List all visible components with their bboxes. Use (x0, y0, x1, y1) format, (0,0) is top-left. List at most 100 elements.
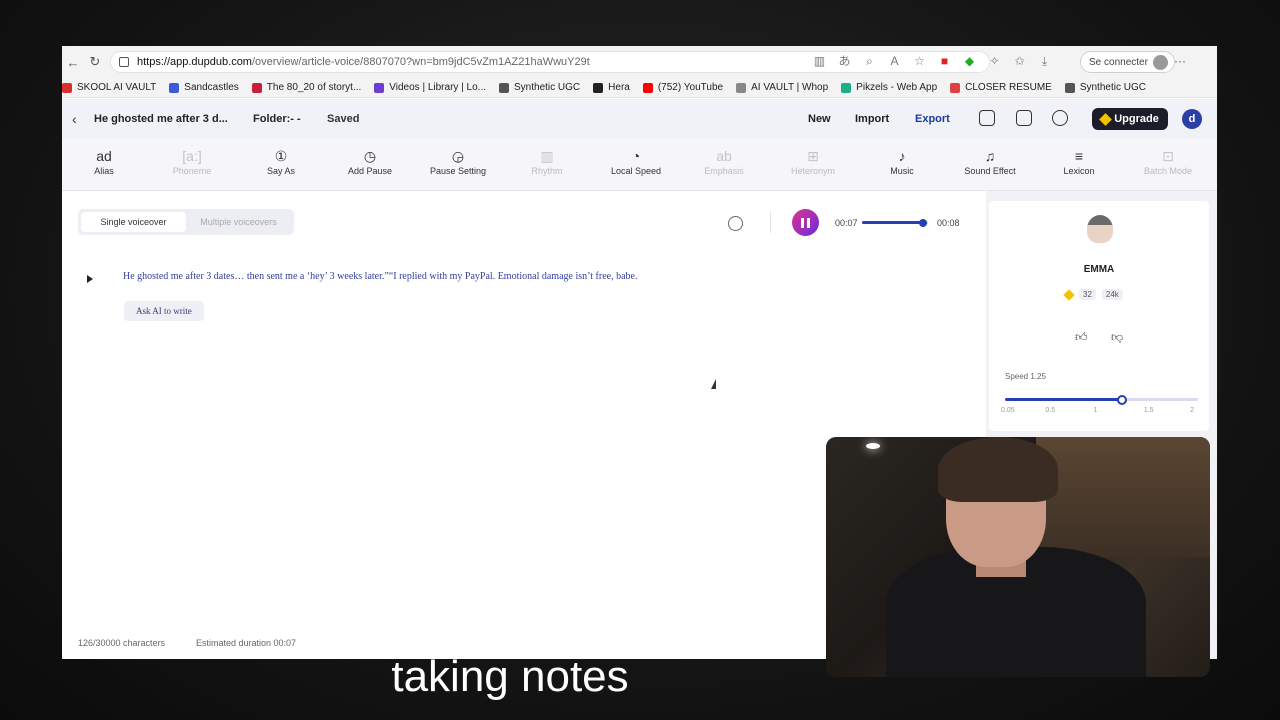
tool-pause-setting[interactable]: ◶ Pause Setting (418, 146, 498, 176)
tool-icon: ⊡ (1162, 148, 1174, 164)
voice-avatar[interactable] (1087, 215, 1113, 243)
tool-alias[interactable]: ad Alias (64, 146, 144, 176)
downloads-icon[interactable]: ⤓ (1037, 54, 1052, 69)
bookmark-item[interactable]: Pikzels - Web App (841, 82, 937, 93)
history-icon[interactable] (728, 216, 743, 231)
user-avatar[interactable]: d (1182, 109, 1202, 129)
bookmark-item[interactable]: Synthetic UGC (499, 82, 580, 93)
bookmark-item[interactable]: Videos | Library | Lo... (374, 82, 486, 93)
profile-avatar (1152, 54, 1168, 70)
tab-multiple-voiceovers[interactable]: Multiple voiceovers (186, 212, 291, 232)
speed-slider[interactable] (1005, 394, 1198, 405)
export-button[interactable]: Export (915, 113, 950, 125)
url-bar-row: ← ↻ https://app.dupdub.com/overview/arti… (62, 46, 1217, 78)
translate-icon[interactable]: あ (837, 54, 852, 69)
tool-sound-effect[interactable]: ♫ Sound Effect (950, 146, 1030, 176)
voice-name[interactable]: EMMA (989, 264, 1209, 275)
tool-heteronym[interactable]: ⊞ Heteronym (773, 146, 853, 176)
ceiling-light (866, 443, 880, 449)
pause-button[interactable] (792, 209, 819, 236)
bookmark-favicon-icon (169, 82, 180, 93)
total-duration: 00:08 (937, 218, 960, 228)
bookmark-item[interactable]: AI VAULT | Whop (736, 82, 828, 93)
back-arrow-icon[interactable]: ‹ (72, 111, 77, 127)
voice-uses: 24k (1101, 289, 1123, 300)
tool-lexicon[interactable]: ≡ Lexicon (1039, 146, 1119, 176)
tool-icon: [a:] (182, 148, 202, 164)
speed-tick-label: 2 (1190, 407, 1195, 414)
more-menu-icon[interactable]: ··· (1174, 54, 1186, 68)
import-button[interactable]: Import (855, 113, 889, 125)
editing-toolbar: ad Alias [a:] Phoneme ① Say As ◷ Add Pause ◶ Paus… (62, 139, 1217, 191)
favorite-star-icon[interactable]: ☆ (912, 54, 927, 69)
bookmark-item[interactable]: The 80_20 of storyt... (251, 82, 362, 93)
speed-ticks: 0.05 0.5 1 1.5 2 (1001, 407, 1198, 417)
profile-button[interactable]: Se connecter (1080, 51, 1175, 73)
ask-ai-button[interactable]: Ask AI to write (124, 301, 204, 321)
upgrade-label: Upgrade (1114, 113, 1159, 125)
bot-icon[interactable] (979, 110, 995, 126)
thumbs-down-icon[interactable]: 👎︎ (1111, 330, 1123, 345)
extension-red-icon[interactable]: ■ (937, 54, 952, 69)
read-aloud-icon[interactable]: A (887, 54, 902, 69)
webcam-overlay (826, 437, 1210, 677)
reload-icon[interactable]: ↻ (84, 54, 106, 70)
tool-label: Music (890, 166, 914, 176)
tool-phoneme[interactable]: [a:] Phoneme (152, 146, 232, 176)
tab-single-voiceover[interactable]: Single voiceover (81, 212, 186, 232)
tool-add-pause[interactable]: ◷ Add Pause (330, 146, 410, 176)
bookmark-label: Synthetic UGC (514, 82, 581, 93)
new-button[interactable]: New (808, 113, 831, 125)
bookmark-favicon-icon (642, 82, 653, 93)
bookmark-item[interactable]: CLOSER RESUME (950, 82, 1052, 93)
speed-slider-fill (1005, 398, 1122, 401)
tool-icon: ab (716, 148, 732, 164)
bookmark-item[interactable]: Sandcastles (169, 82, 239, 93)
bookmarks-bar: SKOOL AI VAULT Sandcastles The 80_20 of st… (62, 78, 1217, 98)
speed-tick-label: 1 (1093, 407, 1098, 414)
tool-say-as[interactable]: ① Say As (241, 146, 321, 176)
extension-green-icon[interactable]: ◆ (962, 54, 977, 69)
divider (770, 211, 771, 233)
script-text[interactable]: He ghosted me after 3 dates… then sent m… (123, 271, 637, 282)
tool-icon: ① (274, 148, 288, 164)
folder-selector[interactable]: Folder:- - (253, 113, 301, 125)
extensions-icon[interactable]: ✧ (987, 54, 1002, 69)
bookmark-item[interactable]: Synthetic UGC (1064, 82, 1146, 93)
document-title[interactable]: He ghosted me after 3 d... (94, 113, 228, 125)
playback-progress[interactable] (862, 218, 928, 227)
tool-label: Sound Effect (964, 166, 1016, 176)
thumbs-up-icon[interactable]: 👍︎ (1075, 330, 1088, 345)
mouse-cursor-icon (711, 379, 716, 389)
bookmark-label: Hera (608, 82, 630, 93)
back-nav-icon[interactable]: ← (62, 55, 84, 70)
upgrade-button[interactable]: Upgrade (1092, 108, 1168, 130)
bookmark-item[interactable]: (752) YouTube (642, 82, 723, 93)
bookmark-favicon-icon (593, 82, 604, 93)
play-paragraph-icon[interactable] (87, 275, 93, 283)
bookmark-item[interactable]: SKOOL AI VAULT (62, 82, 156, 93)
tool-local-speed[interactable]: ◔ Local Speed (596, 146, 676, 176)
help-icon[interactable] (1052, 110, 1068, 126)
tool-label: Local Speed (610, 166, 662, 176)
bookmark-label: Synthetic UGC (1079, 82, 1146, 93)
bookmark-label: Pikzels - Web App (856, 82, 938, 93)
playback-knob[interactable] (919, 218, 928, 227)
reader-icon[interactable]: ▥ (812, 54, 827, 69)
favorites-icon[interactable]: ✩ (1012, 54, 1027, 69)
tool-music[interactable]: ♪ Music (862, 146, 942, 176)
premium-diamond-icon (1063, 288, 1075, 301)
tool-icon: ◔ (631, 148, 641, 164)
tool-icon: ⊞ (807, 148, 819, 164)
apps-grid-icon[interactable] (1016, 110, 1032, 126)
bookmark-label: The 80_20 of storyt... (266, 82, 362, 93)
speed-slider-knob[interactable] (1116, 394, 1127, 405)
tool-icon: ♪ (898, 148, 906, 164)
video-subtitle: taking notes (391, 652, 629, 701)
tool-batch-mode[interactable]: ⊡ Batch Mode (1128, 146, 1208, 176)
person-hair (938, 437, 1058, 502)
bookmark-item[interactable]: Hera (593, 82, 630, 93)
tool-emphasis[interactable]: ab Emphasis (684, 146, 764, 176)
tool-rhythm[interactable]: ▥ Rhythm (507, 146, 587, 176)
zoom-icon[interactable]: ⌕ (862, 54, 877, 69)
